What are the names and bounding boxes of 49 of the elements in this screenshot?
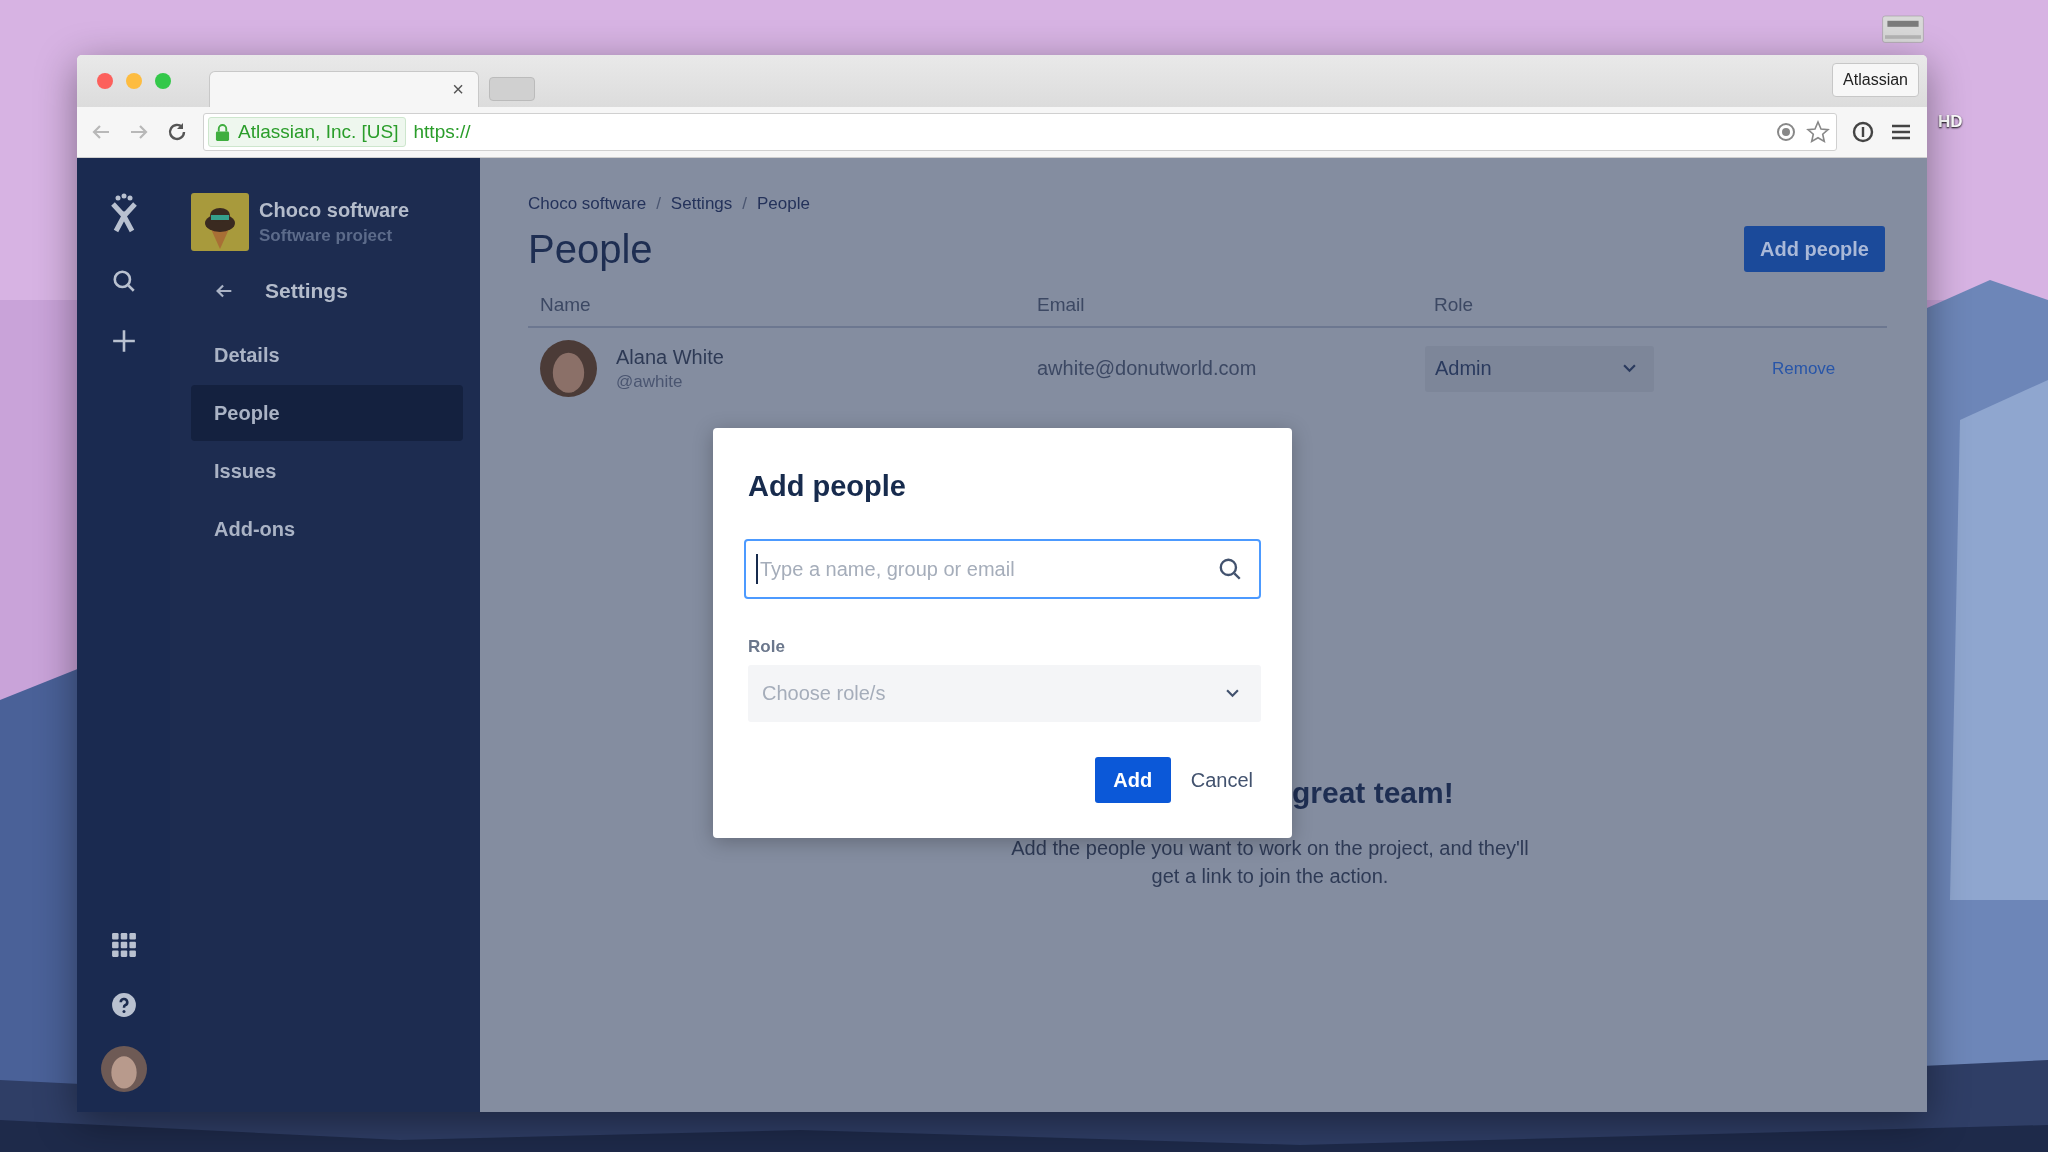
app-grid-icon[interactable] [110,932,137,958]
user-avatar [540,340,597,397]
settings-heading: Settings [265,279,348,303]
empty-state-text: get a link to join the action. [1151,865,1389,888]
location-icon[interactable] [1774,120,1798,144]
breadcrumb-link[interactable]: Settings [670,194,733,214]
help-icon[interactable] [110,992,137,1018]
address-bar[interactable]: Atlassian, Inc. [US] https:// [203,113,1837,151]
chevron-down-icon [1226,689,1239,698]
plus-icon[interactable] [110,328,137,354]
breadcrumb-separator: / [656,194,661,214]
info-icon[interactable] [1851,120,1875,144]
browser-tab[interactable]: × [209,71,479,107]
lock-icon [215,122,230,142]
column-header: Role [1434,294,1475,316]
chevron-down-icon [1623,364,1636,373]
empty-state-heading: great team! [1292,776,1454,810]
security-label: Atlassian, Inc. [US] [238,121,399,143]
close-tab-icon[interactable]: × [452,78,464,101]
sidebar-item[interactable]: People [191,385,463,441]
page-title: People [528,226,653,272]
user-handle: @awhite [616,371,684,392]
column-header: Email [1037,294,1086,316]
sidebar-item[interactable]: Details [191,327,463,383]
user-name: Alana White [616,345,724,369]
sidebar-item[interactable]: Issues [191,443,463,499]
empty-state-text: Add the people you want to work on the project, and they'll [1011,837,1529,860]
breadcrumb-separator: / [742,194,748,214]
add-button[interactable]: Add [1094,757,1171,803]
project-name: Choco software [259,198,410,222]
project-type: Software project [259,225,394,246]
search-field[interactable]: Type a name, group or email [744,539,1261,599]
url-text: https:// [413,121,471,143]
sidebar-item[interactable]: Add-ons [191,501,463,557]
project-avatar [191,193,249,251]
star-icon[interactable] [1806,120,1830,144]
column-header: Name [540,294,592,316]
search-icon [1217,556,1243,582]
drive-label: HD [1938,112,1963,132]
add-people-button[interactable]: Add people [1744,226,1885,272]
security-badge[interactable]: Atlassian, Inc. [US] [208,117,406,147]
cancel-button[interactable]: Cancel [1182,757,1261,803]
role-label: Role [748,637,786,657]
breadcrumb-link[interactable]: Choco software [528,194,647,214]
profile-button[interactable]: Atlassian [1832,63,1919,97]
user-email: awhite@donutworld.com [1037,357,1258,380]
dialog-title: Add people [748,470,907,503]
breadcrumb-link[interactable]: People [757,194,810,214]
user-avatar[interactable] [100,1046,147,1092]
